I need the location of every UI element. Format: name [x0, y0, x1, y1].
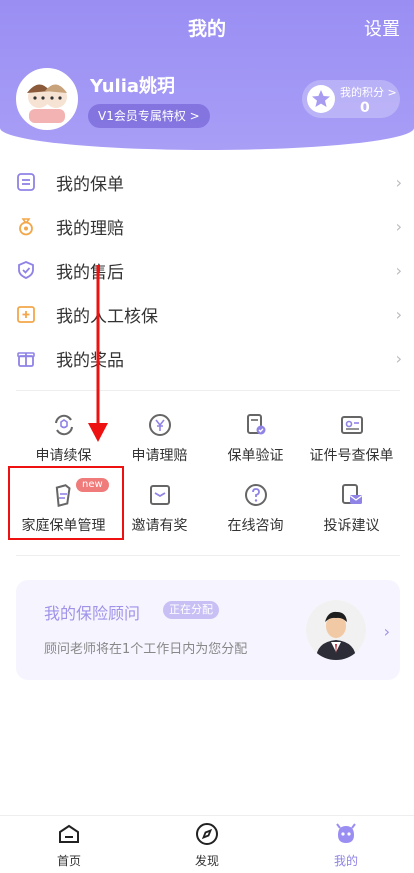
advisor-avatar	[306, 600, 366, 660]
advisor-portrait-icon	[306, 600, 366, 660]
question-circle-icon	[245, 484, 267, 506]
grid-item-verify[interactable]: 保单验证	[204, 412, 307, 482]
menu-item-prizes[interactable]: 我的奖品 ›	[0, 336, 414, 380]
money-bag-icon	[19, 218, 33, 236]
yen-circle-icon	[149, 414, 171, 436]
star-icon	[307, 85, 335, 113]
nav-discover[interactable]: 发现	[167, 822, 247, 873]
menu-item-my-policy[interactable]: 我的保单 ›	[0, 160, 414, 204]
avatar-illustration-icon	[19, 71, 75, 127]
shield-check-icon	[18, 261, 34, 279]
calendar-plus-icon	[17, 306, 35, 323]
advisor-status-badge: 正在分配	[163, 601, 219, 619]
nav-profile[interactable]: 我的	[306, 822, 386, 873]
page-title: 我的	[187, 18, 226, 40]
grid-item-label: 证件号查保单	[309, 448, 394, 464]
advisor-subtitle: 顾问老师将在1个工作日内为您分配	[44, 642, 248, 657]
invite-envelope-icon	[150, 485, 170, 505]
username: Yulia姚玥	[90, 76, 176, 97]
grid-item-online-consult[interactable]: 在线咨询	[204, 482, 307, 552]
points-label: 我的积分 >	[340, 86, 397, 99]
top-bar: 我的 设置	[0, 0, 414, 52]
avatar[interactable]	[16, 68, 78, 130]
menu-item-my-claims[interactable]: 我的理赔 ›	[0, 204, 414, 248]
highlight-box	[8, 466, 124, 540]
gift-icon	[17, 352, 35, 367]
grid-item-id-lookup[interactable]: 证件号查保单	[300, 412, 403, 482]
settings-button[interactable]: 设置	[364, 15, 400, 41]
chevron-right-icon: ›	[395, 348, 402, 368]
points-value: 0	[360, 100, 370, 116]
grid-item-label: 保单验证	[227, 448, 284, 464]
nav-label: 我的	[333, 854, 358, 868]
menu-list: 我的保单 › 我的理赔 › 我的售后 › 我的人工核保 › 我的奖品 ›	[0, 160, 414, 380]
vip-privilege-link[interactable]: V1会员专属特权 >	[88, 104, 210, 128]
divider	[16, 555, 400, 556]
grid-item-label: 申请理赔	[131, 448, 188, 464]
profile-header: 我的 设置 Yulia姚玥 V1会员专属特权 > 我的积分 > 0	[0, 0, 414, 150]
menu-item-after-sales[interactable]: 我的售后 ›	[0, 248, 414, 292]
chevron-right-icon: ›	[383, 622, 390, 641]
chevron-right-icon: ›	[395, 216, 402, 236]
divider	[16, 390, 400, 391]
id-card-icon	[341, 416, 363, 434]
policy-doc-icon	[17, 173, 35, 191]
grid-item-label: 投诉建议	[323, 518, 380, 534]
menu-item-manual-underwriting[interactable]: 我的人工核保 ›	[0, 292, 414, 336]
grid-item-complaint[interactable]: 投诉建议	[300, 482, 403, 552]
nav-label: 发现	[194, 854, 219, 868]
nav-label: 首页	[56, 854, 81, 868]
nav-home[interactable]: 首页	[29, 822, 109, 873]
renew-icon	[55, 414, 73, 436]
menu-item-label: 我的理赔	[56, 218, 124, 239]
chevron-right-icon: ›	[395, 260, 402, 280]
complaint-mail-icon	[342, 484, 362, 504]
insurance-advisor-card[interactable]: 我的保险顾问 正在分配 顾问老师将在1个工作日内为您分配 ›	[16, 580, 400, 680]
bottom-nav: 首页 发现 我的	[0, 815, 414, 873]
chevron-right-icon: ›	[395, 172, 402, 192]
menu-item-label: 我的保单	[56, 174, 124, 195]
advisor-title: 我的保险顾问	[44, 604, 141, 623]
grid-item-label: 在线咨询	[227, 518, 284, 534]
home-icon	[59, 824, 79, 843]
compass-icon	[196, 823, 218, 845]
annotation-arrow-icon	[88, 265, 108, 442]
points-card[interactable]: 我的积分 > 0	[302, 80, 400, 118]
grid-item-label: 申请续保	[35, 448, 92, 464]
profile-face-icon	[336, 823, 356, 843]
chevron-right-icon: ›	[395, 304, 402, 324]
verify-doc-icon	[247, 414, 266, 435]
